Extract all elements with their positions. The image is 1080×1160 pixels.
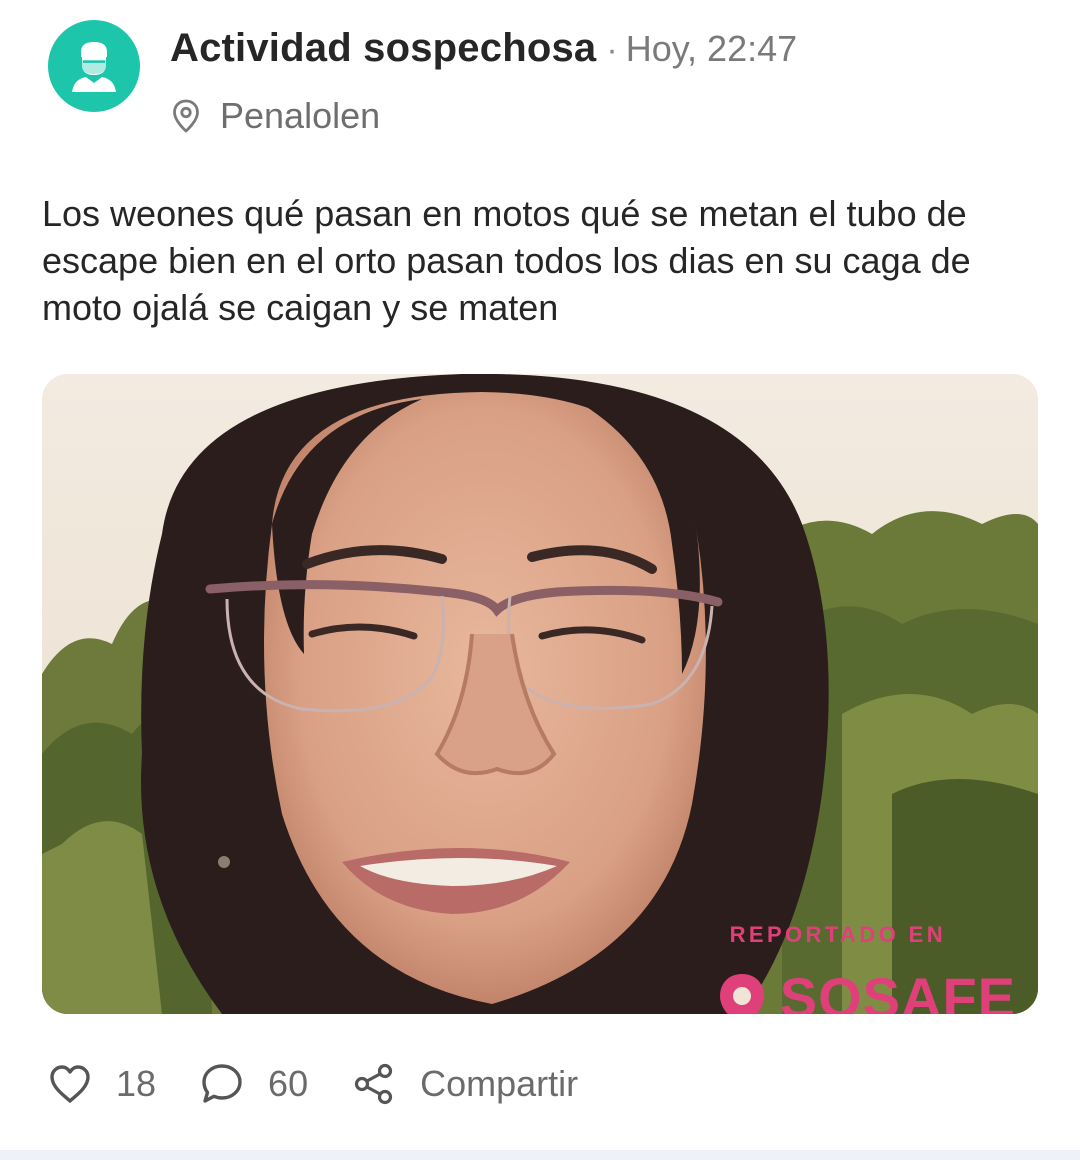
post-photo[interactable]: REPORTADO EN SOSAFE — [42, 374, 1038, 1014]
feed-divider — [0, 1150, 1080, 1160]
heart-icon — [48, 1062, 92, 1106]
post-card: Actividad sospechosa · Hoy, 22:47 Penalo… — [0, 0, 1080, 1160]
post-actions: 18 60 Compartir — [48, 1058, 622, 1110]
share-button[interactable]: Compartir — [352, 1062, 578, 1106]
post-text: Los weones qué pasan en motos qué se met… — [42, 193, 971, 328]
like-count: 18 — [116, 1063, 157, 1104]
photo-illustration — [42, 374, 1038, 1014]
masked-person-icon — [72, 42, 116, 92]
location-label: Penalolen — [220, 95, 381, 136]
sosafe-logo-icon — [719, 973, 764, 1014]
location-pin-icon — [172, 99, 202, 133]
post-category[interactable]: Actividad sospechosa — [170, 26, 596, 71]
share-icon — [352, 1062, 396, 1106]
watermark-label: REPORTADO EN — [729, 922, 946, 947]
sosafe-watermark: SOSAFE — [714, 965, 1016, 1014]
share-label: Compartir — [420, 1063, 579, 1104]
speech-bubble-icon — [200, 1062, 244, 1106]
post-location[interactable]: Penalolen — [172, 94, 380, 138]
header-separator: · — [606, 31, 618, 69]
like-button[interactable]: 18 — [48, 1062, 156, 1106]
post-header: Actividad sospechosa · Hoy, 22:47 — [170, 26, 797, 72]
watermark-brand-text: SOSAFE — [779, 966, 1016, 1014]
category-avatar[interactable] — [48, 20, 140, 112]
post-time: Hoy, 22:47 — [625, 28, 798, 69]
comment-button[interactable]: 60 — [200, 1062, 308, 1106]
comment-count: 60 — [268, 1063, 309, 1104]
